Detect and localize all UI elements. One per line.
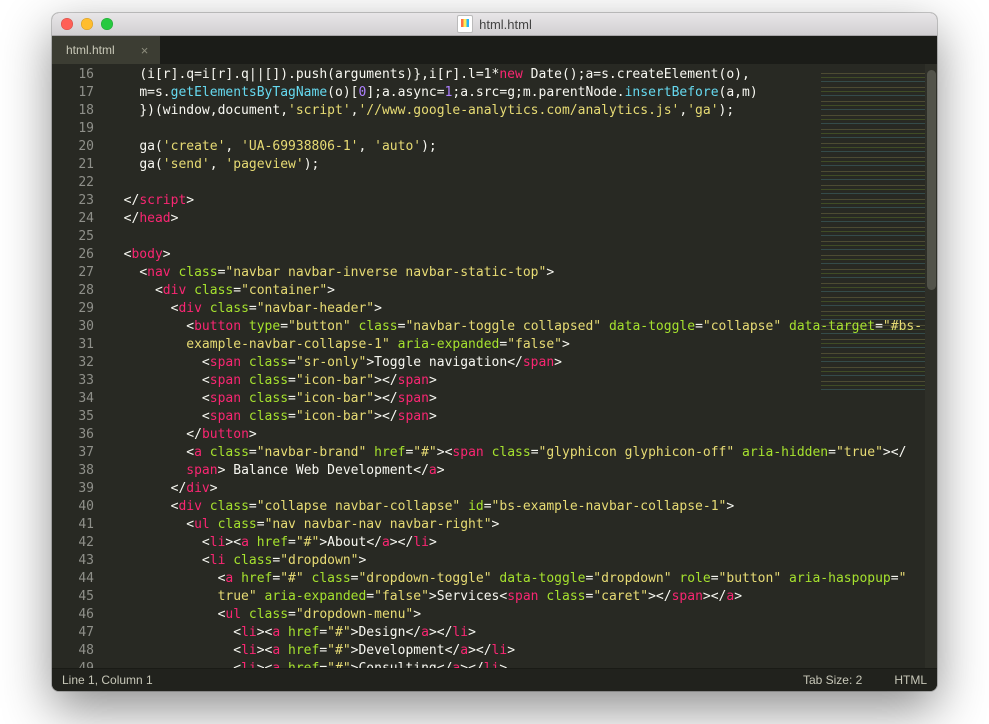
line-number: 29 bbox=[52, 300, 94, 318]
line-number: 45 bbox=[52, 588, 94, 606]
code-line[interactable]: <nav class="navbar navbar-inverse navbar… bbox=[102, 264, 937, 282]
file-icon bbox=[457, 15, 473, 33]
code-line[interactable]: <li class="dropdown"> bbox=[102, 552, 937, 570]
app-window: html.html html.html × 161718192021222324… bbox=[52, 13, 937, 691]
line-number: 47 bbox=[52, 624, 94, 642]
vertical-scrollbar[interactable] bbox=[925, 64, 937, 668]
line-number-gutter: 1617181920212223242526272829303132333435… bbox=[52, 64, 102, 668]
code-line[interactable]: <button type="button" class="navbar-togg… bbox=[102, 318, 937, 336]
line-number: 19 bbox=[52, 120, 94, 138]
line-number: 23 bbox=[52, 192, 94, 210]
line-number: 17 bbox=[52, 84, 94, 102]
line-number: 26 bbox=[52, 246, 94, 264]
editor-tab[interactable]: html.html × bbox=[52, 36, 161, 64]
code-line[interactable]: ga('send', 'pageview'); bbox=[102, 156, 937, 174]
status-cursor-position[interactable]: Line 1, Column 1 bbox=[62, 673, 153, 687]
window-title: html.html bbox=[52, 15, 937, 33]
close-window-button[interactable] bbox=[61, 18, 73, 30]
line-number: 32 bbox=[52, 354, 94, 372]
line-number: 24 bbox=[52, 210, 94, 228]
code-line[interactable]: <span class="icon-bar"></span> bbox=[102, 390, 937, 408]
editor-area[interactable]: 1617181920212223242526272829303132333435… bbox=[52, 64, 937, 668]
line-number: 49 bbox=[52, 660, 94, 668]
line-number: 37 bbox=[52, 444, 94, 462]
scrollbar-thumb[interactable] bbox=[927, 70, 936, 290]
code-line[interactable]: </script> bbox=[102, 192, 937, 210]
code-line[interactable]: true" aria-expanded="false">Services<spa… bbox=[102, 588, 937, 606]
code-line[interactable]: ga('create', 'UA-69938806-1', 'auto'); bbox=[102, 138, 937, 156]
code-line[interactable]: <ul class="dropdown-menu"> bbox=[102, 606, 937, 624]
line-number: 16 bbox=[52, 66, 94, 84]
line-number: 21 bbox=[52, 156, 94, 174]
code-line[interactable]: <ul class="nav navbar-nav navbar-right"> bbox=[102, 516, 937, 534]
code-line[interactable]: })(window,document,'script','//www.googl… bbox=[102, 102, 937, 120]
code-line[interactable]: <div class="container"> bbox=[102, 282, 937, 300]
line-number: 34 bbox=[52, 390, 94, 408]
line-number: 46 bbox=[52, 606, 94, 624]
status-bar: Line 1, Column 1 Tab Size: 2 HTML bbox=[52, 668, 937, 691]
traffic-lights bbox=[61, 18, 113, 30]
line-number: 36 bbox=[52, 426, 94, 444]
line-number: 30 bbox=[52, 318, 94, 336]
code-line[interactable]: <span class="icon-bar"></span> bbox=[102, 372, 937, 390]
tab-strip: html.html × bbox=[52, 36, 937, 64]
line-number: 38 bbox=[52, 462, 94, 480]
code-line[interactable]: <li><a href="#">Consulting</a></li> bbox=[102, 660, 937, 668]
close-tab-icon[interactable]: × bbox=[141, 44, 149, 57]
code-line[interactable]: <span class="icon-bar"></span> bbox=[102, 408, 937, 426]
code-line[interactable]: </div> bbox=[102, 480, 937, 498]
line-number: 44 bbox=[52, 570, 94, 588]
code-line[interactable]: <div class="collapse navbar-collapse" id… bbox=[102, 498, 937, 516]
minimize-window-button[interactable] bbox=[81, 18, 93, 30]
code-line[interactable]: (i[r].q=i[r].q||[]).push(arguments)},i[r… bbox=[102, 66, 937, 84]
zoom-window-button[interactable] bbox=[101, 18, 113, 30]
code-line[interactable]: example-navbar-collapse-1" aria-expanded… bbox=[102, 336, 937, 354]
code-line[interactable]: <a class="navbar-brand" href="#"><span c… bbox=[102, 444, 937, 462]
code-line[interactable]: span> Balance Web Development</a> bbox=[102, 462, 937, 480]
code-line[interactable]: <div class="navbar-header"> bbox=[102, 300, 937, 318]
line-number: 41 bbox=[52, 516, 94, 534]
code-line[interactable]: <li><a href="#">About</a></li> bbox=[102, 534, 937, 552]
code-line[interactable]: <li><a href="#">Design</a></li> bbox=[102, 624, 937, 642]
window-title-text: html.html bbox=[479, 17, 532, 32]
code-line[interactable]: <span class="sr-only">Toggle navigation<… bbox=[102, 354, 937, 372]
code-line[interactable]: m=s.getElementsByTagName(o)[0];a.async=1… bbox=[102, 84, 937, 102]
code-line[interactable]: <a href="#" class="dropdown-toggle" data… bbox=[102, 570, 937, 588]
tab-label: html.html bbox=[66, 43, 115, 57]
line-number: 22 bbox=[52, 174, 94, 192]
line-number: 27 bbox=[52, 264, 94, 282]
line-number: 35 bbox=[52, 408, 94, 426]
line-number: 43 bbox=[52, 552, 94, 570]
line-number: 25 bbox=[52, 228, 94, 246]
line-number: 33 bbox=[52, 372, 94, 390]
line-number: 31 bbox=[52, 336, 94, 354]
line-number: 20 bbox=[52, 138, 94, 156]
line-number: 28 bbox=[52, 282, 94, 300]
line-number: 39 bbox=[52, 480, 94, 498]
code-line[interactable]: <li><a href="#">Development</a></li> bbox=[102, 642, 937, 660]
line-number: 18 bbox=[52, 102, 94, 120]
line-number: 40 bbox=[52, 498, 94, 516]
status-syntax[interactable]: HTML bbox=[894, 673, 927, 687]
code-line[interactable]: </button> bbox=[102, 426, 937, 444]
titlebar[interactable]: html.html bbox=[52, 13, 937, 36]
line-number: 48 bbox=[52, 642, 94, 660]
status-tab-size[interactable]: Tab Size: 2 bbox=[803, 673, 862, 687]
code-line[interactable]: <body> bbox=[102, 246, 937, 264]
code-content[interactable]: (i[r].q=i[r].q||[]).push(arguments)},i[r… bbox=[102, 64, 937, 668]
code-line[interactable] bbox=[102, 228, 937, 246]
code-line[interactable] bbox=[102, 120, 937, 138]
code-line[interactable] bbox=[102, 174, 937, 192]
code-line[interactable]: </head> bbox=[102, 210, 937, 228]
line-number: 42 bbox=[52, 534, 94, 552]
